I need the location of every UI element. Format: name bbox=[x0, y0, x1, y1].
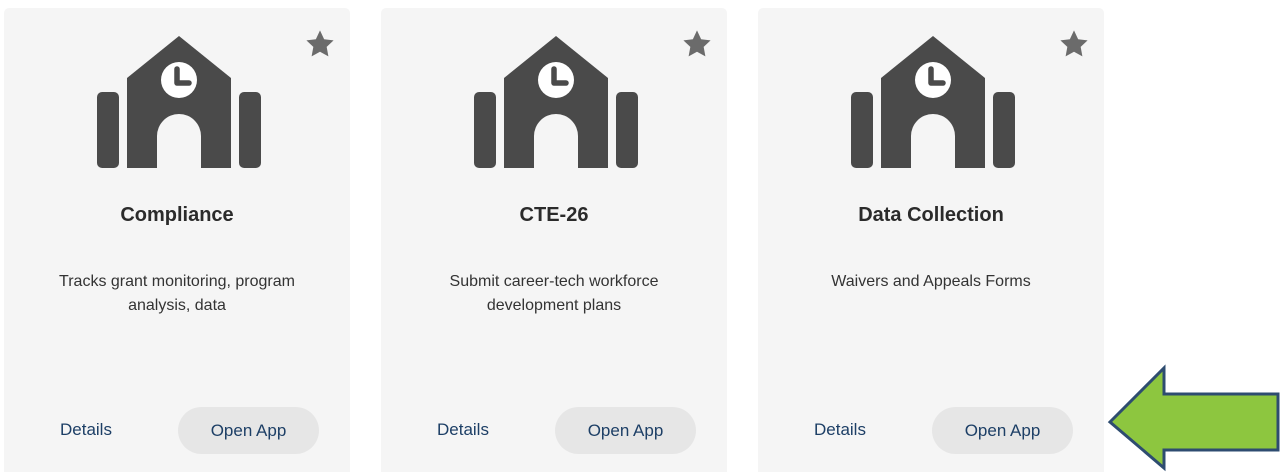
app-gallery: Compliance Tracks grant monitoring, prog… bbox=[0, 0, 1285, 472]
app-card-data-collection: Data Collection Waivers and Appeals Form… bbox=[758, 8, 1104, 472]
star-icon[interactable] bbox=[681, 28, 713, 60]
star-icon[interactable] bbox=[304, 28, 336, 60]
left-arrow-icon bbox=[1107, 364, 1280, 472]
open-app-button[interactable]: Open App bbox=[555, 407, 696, 454]
open-app-button[interactable]: Open App bbox=[932, 407, 1073, 454]
card-title: CTE-26 bbox=[519, 204, 589, 226]
card-description: Waivers and Appeals Forms bbox=[831, 273, 1031, 290]
school-building-clock-icon bbox=[97, 36, 261, 168]
details-link[interactable]: Details bbox=[60, 420, 112, 440]
card-title: Compliance bbox=[120, 204, 234, 226]
open-app-button[interactable]: Open App bbox=[178, 407, 319, 454]
details-link[interactable]: Details bbox=[814, 420, 866, 440]
card-title: Data Collection bbox=[858, 204, 1004, 226]
details-link[interactable]: Details bbox=[437, 420, 489, 440]
app-card-compliance: Compliance Tracks grant monitoring, prog… bbox=[4, 8, 350, 472]
school-building-clock-icon bbox=[474, 36, 638, 168]
card-description: Tracks grant monitoring, program analysi… bbox=[59, 273, 295, 314]
card-description: Submit career-tech workforce development… bbox=[449, 273, 659, 314]
school-building-clock-icon bbox=[851, 36, 1015, 168]
star-icon[interactable] bbox=[1058, 28, 1090, 60]
app-card-cte-26: CTE-26 Submit career-tech workforce deve… bbox=[381, 8, 727, 472]
